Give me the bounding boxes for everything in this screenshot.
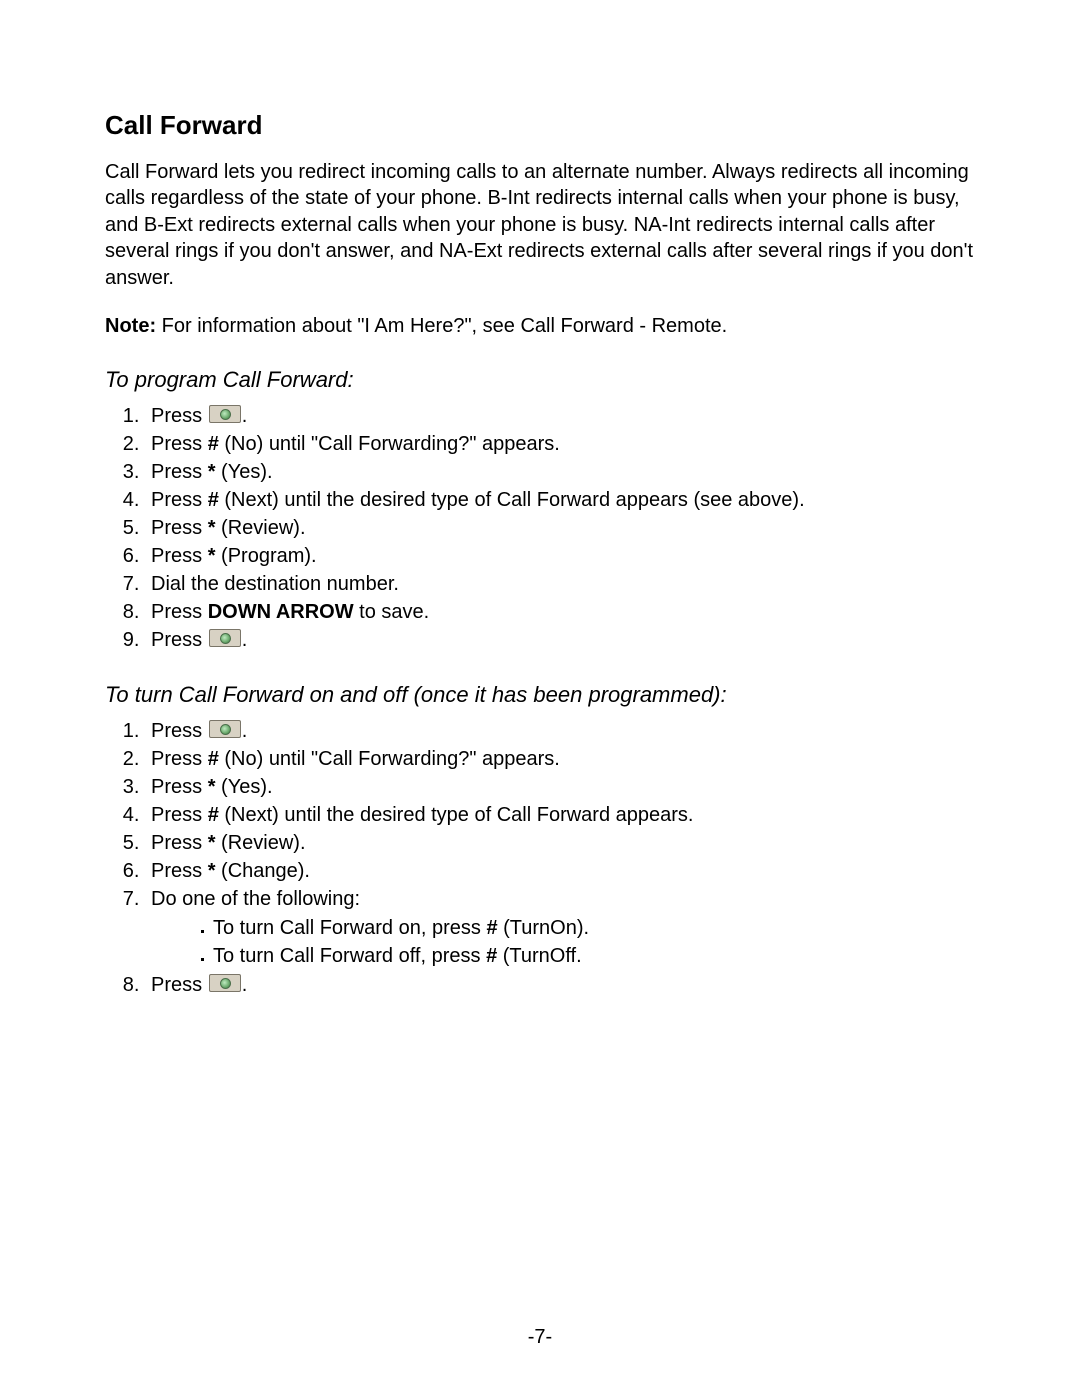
list-item: Press * (Yes). [145, 774, 975, 801]
step-text: Press [151, 776, 208, 798]
step-text: Press [151, 405, 208, 427]
key-hash: # [208, 489, 219, 511]
list-item: Press * (Yes). [145, 459, 975, 486]
key-down-arrow: DOWN ARROW [208, 601, 354, 623]
step-text: (Next) until the desired type of Call Fo… [219, 489, 805, 511]
key-hash: # [208, 748, 219, 770]
list-item: Press DOWN ARROW to save. [145, 599, 975, 626]
key-hash: # [208, 804, 219, 826]
key-hash: # [486, 917, 497, 939]
list-item: Press # (Next) until the desired type of… [145, 802, 975, 829]
step-text: Press [151, 545, 208, 567]
list-item: Press * (Change). [145, 858, 975, 885]
list-item: Press # (No) until "Call Forwarding?" ap… [145, 746, 975, 773]
step-text: . [242, 405, 248, 427]
steps-program: Press . Press # (No) until "Call Forward… [105, 403, 975, 654]
step-text: Press [151, 748, 208, 770]
sublist-item: To turn Call Forward on, press # (TurnOn… [213, 915, 975, 942]
list-item: Press * (Program). [145, 543, 975, 570]
document-page: Call Forward Call Forward lets you redir… [0, 0, 1080, 1397]
step-text: To turn Call Forward off, press [213, 945, 486, 967]
step-text: (Next) until the desired type of Call Fo… [219, 804, 694, 826]
step-text: Press [151, 832, 208, 854]
note-label: Note: [105, 315, 156, 337]
step-text: Do one of the following: [151, 888, 360, 910]
step-text: Press [151, 720, 208, 742]
step-text: to save. [354, 601, 430, 623]
sublist: To turn Call Forward on, press # (TurnOn… [151, 915, 975, 970]
list-item: Dial the destination number. [145, 571, 975, 598]
step-text: (Yes). [215, 776, 272, 798]
step-text: (Review). [215, 832, 305, 854]
sublist-item: To turn Call Forward off, press # (TurnO… [213, 943, 975, 970]
list-item: Press . [145, 403, 975, 430]
superkey-icon [209, 720, 241, 738]
superkey-icon [209, 974, 241, 992]
step-text: (Program). [215, 545, 316, 567]
intro-paragraph: Call Forward lets you redirect incoming … [105, 159, 975, 291]
list-item: Press . [145, 972, 975, 999]
step-text: (Change). [215, 860, 310, 882]
note-paragraph: Note: For information about "I Am Here?"… [105, 313, 975, 339]
step-text: Press [151, 974, 208, 996]
step-text: Press [151, 804, 208, 826]
step-text: Press [151, 601, 208, 623]
steps-toggle: Press . Press # (No) until "Call Forward… [105, 718, 975, 999]
list-item: Press . [145, 627, 975, 654]
step-text: . [242, 629, 248, 651]
step-text: Press [151, 461, 208, 483]
list-item: Press * (Review). [145, 515, 975, 542]
step-text: Press [151, 433, 208, 455]
page-number: -7- [0, 1326, 1080, 1349]
superkey-icon [209, 629, 241, 647]
note-body: For information about "I Am Here?", see … [156, 315, 727, 337]
subheading-toggle: To turn Call Forward on and off (once it… [105, 682, 975, 708]
key-hash: # [486, 945, 497, 967]
list-item: Press . [145, 718, 975, 745]
step-text: Press [151, 517, 208, 539]
section-heading: Call Forward [105, 110, 975, 141]
step-text: . [242, 720, 248, 742]
step-text: (Yes). [215, 461, 272, 483]
list-item: Do one of the following: To turn Call Fo… [145, 886, 975, 970]
step-text: Press [151, 860, 208, 882]
subheading-program: To program Call Forward: [105, 367, 975, 393]
step-text: Press [151, 489, 208, 511]
list-item: Press * (Review). [145, 830, 975, 857]
step-text: (TurnOff. [497, 945, 581, 967]
key-hash: # [208, 433, 219, 455]
list-item: Press # (No) until "Call Forwarding?" ap… [145, 431, 975, 458]
step-text: Press [151, 629, 208, 651]
step-text: (Review). [215, 517, 305, 539]
list-item: Press # (Next) until the desired type of… [145, 487, 975, 514]
step-text: To turn Call Forward on, press [213, 917, 486, 939]
step-text: (TurnOn). [498, 917, 590, 939]
step-text: (No) until "Call Forwarding?" appears. [219, 748, 560, 770]
superkey-icon [209, 405, 241, 423]
step-text: (No) until "Call Forwarding?" appears. [219, 433, 560, 455]
step-text: . [242, 974, 248, 996]
